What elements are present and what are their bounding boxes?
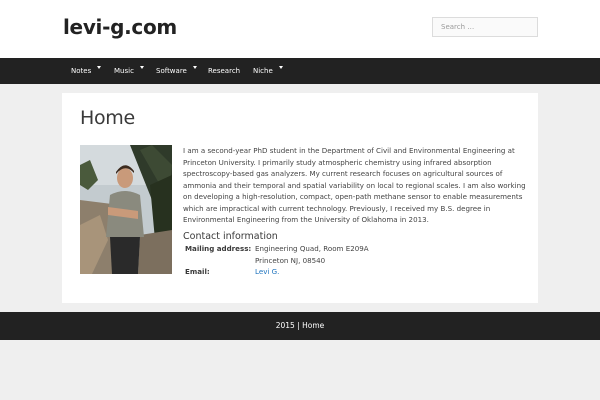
site-footer: 2015 | Home: [0, 312, 600, 340]
mailing-address-label: Mailing address:: [185, 244, 252, 253]
mailing-address-line2: Princeton NJ, 08540: [255, 255, 326, 265]
caret-down-icon: [278, 65, 283, 69]
nav-item-research[interactable]: Research: [208, 58, 240, 84]
profile-photo-image: [80, 145, 172, 274]
email-link[interactable]: Levi G.: [255, 266, 279, 278]
search-input[interactable]: [432, 17, 538, 37]
site-header: levi-g.com: [0, 0, 600, 58]
nav-item-label: Music: [114, 67, 134, 75]
nav-item-label: Research: [208, 67, 241, 75]
caret-down-icon: [192, 65, 197, 69]
nav-item-label: Software: [156, 67, 187, 75]
nav-item-niche[interactable]: Niche: [253, 58, 283, 84]
content-box: Home I am a second-year PhD student in t…: [62, 93, 538, 303]
nav-item-label: Notes: [71, 67, 92, 75]
caret-down-icon: [97, 65, 102, 69]
nav-item-music[interactable]: Music: [114, 58, 144, 84]
site-title[interactable]: levi-g.com: [63, 15, 177, 39]
mailing-address-line1: Engineering Quad, Room E209A: [255, 244, 369, 253]
footer-text: 2015 | Home: [275, 321, 325, 330]
profile-photo: [80, 145, 172, 274]
page-title: Home: [80, 107, 135, 129]
nav-item-notes[interactable]: Notes: [71, 58, 102, 84]
email-label: Email:: [185, 267, 210, 276]
contact-heading: Contact information: [183, 231, 278, 242]
nav-item-software[interactable]: Software: [156, 58, 197, 84]
bio-text: I am a second-year PhD student in the De…: [183, 146, 526, 224]
nav-item-label: Niche: [253, 67, 273, 75]
main-navigation: Notes Music Software Research Niche: [0, 58, 600, 84]
caret-down-icon: [139, 65, 144, 69]
